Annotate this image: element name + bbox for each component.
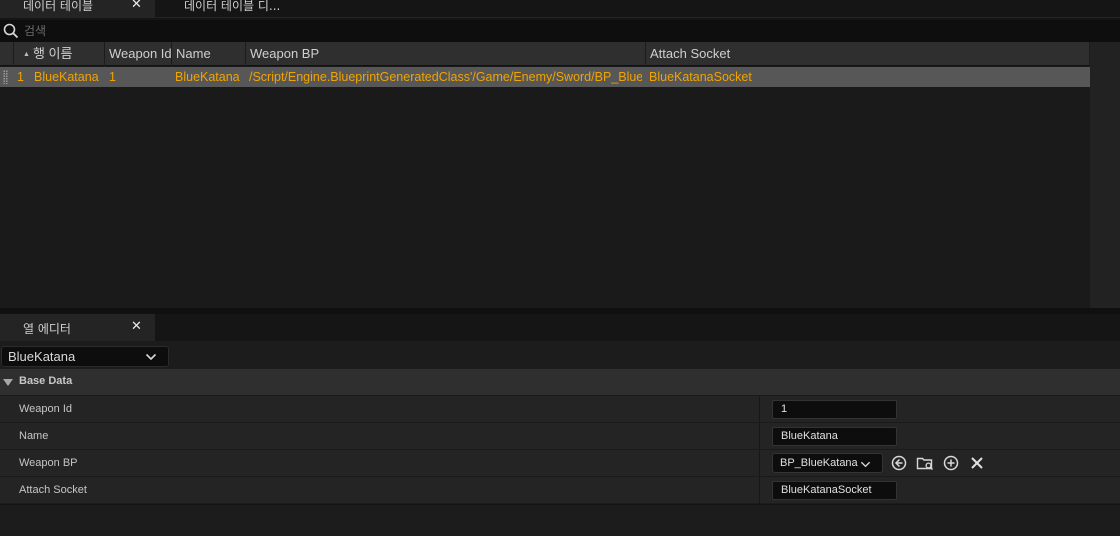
tab-data-table[interactable]: 데이터 테이블 ✕: [0, 0, 155, 18]
row-editor-tab-bar: 열 에디터 ✕: [0, 314, 1120, 341]
weapon-id-field[interactable]: 1: [772, 400, 897, 419]
property-row-name: Name BlueKatana: [0, 422, 1120, 450]
column-header-attach-socket[interactable]: Attach Socket: [646, 42, 1090, 66]
category-label: Base Data: [19, 375, 73, 387]
table-scrollbar[interactable]: [1090, 42, 1120, 308]
tab-row-editor[interactable]: 열 에디터 ✕: [0, 314, 155, 341]
search-bar: [0, 20, 1120, 42]
weapon-bp-value: BP_BlueKatana: [780, 457, 858, 469]
chevron-down-icon: [145, 353, 157, 361]
row-index: 1: [17, 70, 24, 84]
tab-label: 데이터 테이블: [23, 0, 94, 13]
weapon-bp-class-picker[interactable]: BP_BlueKatana: [772, 453, 883, 473]
selected-row-value: BlueKatana: [8, 349, 76, 364]
property-row-attach-socket: Attach Socket BlueKatanaSocket: [0, 476, 1120, 504]
property-row-weapon-bp: Weapon BP BP_BlueKatana: [0, 449, 1120, 477]
close-icon[interactable]: ✕: [131, 319, 142, 334]
column-header-weapon-bp[interactable]: Weapon BP: [246, 42, 646, 66]
attach-socket-field[interactable]: BlueKatanaSocket: [772, 481, 897, 500]
browse-folder-icon[interactable]: [916, 454, 934, 472]
column-header-weapon-id[interactable]: Weapon Id: [105, 42, 172, 66]
name-cell: BlueKatana: [175, 70, 240, 84]
column-divider[interactable]: [759, 396, 760, 423]
attach-socket-cell: BlueKatanaSocket: [649, 70, 752, 84]
column-header-row-name[interactable]: ▲ 행 이름: [14, 42, 105, 66]
row-select-dropdown[interactable]: BlueKatana: [1, 346, 169, 367]
row-editor-panel: BlueKatana Base Data Weapon Id 1 Name Bl…: [0, 341, 1120, 536]
property-label: Attach Socket: [19, 484, 87, 496]
index-column-header: [0, 42, 14, 66]
column-divider[interactable]: [759, 477, 760, 504]
property-label: Weapon Id: [19, 403, 73, 415]
row-name-cell: BlueKatana: [34, 70, 99, 84]
clear-x-icon[interactable]: [968, 454, 986, 472]
tab-label: 열 에디터: [23, 322, 71, 336]
sort-ascending-icon: ▲: [23, 51, 30, 58]
weapon-bp-cell: /Script/Engine.BlueprintGeneratedClass'/…: [249, 70, 642, 84]
chevron-down-icon: [860, 461, 871, 468]
use-selected-asset-icon[interactable]: [890, 454, 908, 472]
search-icon: [3, 23, 19, 39]
column-header-name[interactable]: Name: [172, 42, 246, 66]
column-divider[interactable]: [759, 450, 760, 477]
weapon-id-cell: 1: [109, 70, 116, 84]
property-label: Name: [19, 430, 49, 442]
data-table: ▲ 행 이름 Weapon Id Name Weapon BP Attach So…: [0, 42, 1090, 308]
tab-label: 데이터 테이블 디...: [184, 0, 281, 13]
panel-empty-area: [0, 504, 1120, 536]
expand-arrow-icon: [3, 379, 13, 386]
tab-data-table-details[interactable]: 데이터 테이블 디...: [155, 0, 415, 18]
document-tab-bar: 데이터 테이블 ✕ 데이터 테이블 디...: [0, 0, 1120, 18]
table-row[interactable]: 1 BlueKatana 1 BlueKatana /Script/Engine…: [0, 67, 1090, 87]
column-divider[interactable]: [759, 423, 760, 450]
property-label: Weapon BP: [19, 457, 78, 469]
name-field[interactable]: BlueKatana: [772, 427, 897, 446]
table-header: ▲ 행 이름 Weapon Id Name Weapon BP Attach So…: [0, 42, 1090, 66]
close-icon[interactable]: ✕: [131, 0, 142, 11]
add-circle-icon[interactable]: [942, 454, 960, 472]
search-input[interactable]: [24, 22, 1114, 40]
drag-handle-icon[interactable]: [3, 70, 8, 84]
category-base-data[interactable]: Base Data: [0, 369, 1120, 395]
property-row-weapon-id: Weapon Id 1: [0, 395, 1120, 423]
